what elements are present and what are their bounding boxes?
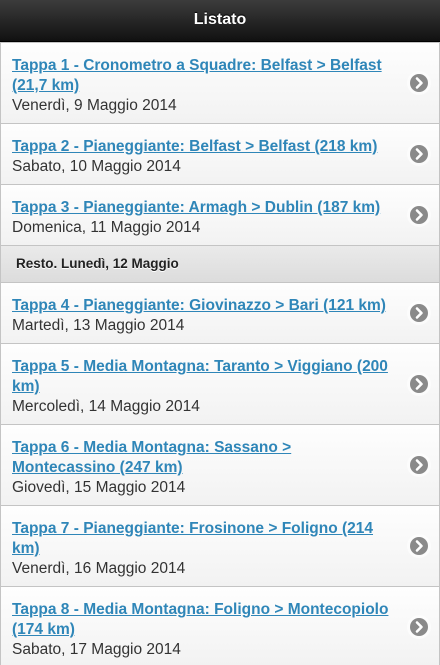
page-header: Listato (0, 0, 440, 42)
list-item-stage-4[interactable]: Tappa 4 - Pianeggiante: Giovinazzo > Bar… (0, 282, 440, 343)
stage-date: Mercoledì, 14 Maggio 2014 (12, 398, 200, 415)
stage-list: Tappa 1 - Cronometro a Squadre: Belfast … (0, 42, 440, 665)
list-item-stage-2[interactable]: Tappa 2 - Pianeggiante: Belfast > Belfas… (0, 123, 440, 184)
stage-link[interactable]: Tappa 2 - Pianeggiante: Belfast > Belfas… (12, 137, 395, 157)
chevron-right-circle-icon[interactable] (410, 618, 428, 636)
stage-date: Sabato, 10 Maggio 2014 (12, 158, 181, 175)
stage-date: Sabato, 17 Maggio 2014 (12, 641, 181, 658)
stage-date: Venerdì, 16 Maggio 2014 (12, 560, 186, 577)
stage-link[interactable]: Tappa 6 - Media Montagna: Sassano > Mont… (12, 438, 395, 478)
chevron-right-circle-icon[interactable] (410, 375, 428, 393)
stage-date: Domenica, 11 Maggio 2014 (12, 219, 201, 236)
list-item-stage-3[interactable]: Tappa 3 - Pianeggiante: Armagh > Dublin … (0, 184, 440, 246)
list-divider-rest-day: Resto. Lunedì, 12 Maggio (0, 246, 440, 282)
stage-date: Venerdì, 9 Maggio 2014 (12, 97, 177, 114)
stage-date: Martedì, 13 Maggio 2014 (12, 317, 185, 334)
list-item-stage-8[interactable]: Tappa 8 - Media Montagna: Foligno > Mont… (0, 586, 440, 665)
chevron-right-circle-icon[interactable] (410, 206, 428, 224)
stage-link[interactable]: Tappa 3 - Pianeggiante: Armagh > Dublin … (12, 198, 395, 218)
stage-link[interactable]: Tappa 7 - Pianeggiante: Frosinone > Foli… (12, 519, 395, 559)
list-item-stage-7[interactable]: Tappa 7 - Pianeggiante: Frosinone > Foli… (0, 505, 440, 586)
chevron-right-circle-icon[interactable] (410, 537, 428, 555)
chevron-right-circle-icon[interactable] (410, 74, 428, 92)
stage-link[interactable]: Tappa 8 - Media Montagna: Foligno > Mont… (12, 600, 395, 640)
stage-link[interactable]: Tappa 5 - Media Montagna: Taranto > Vigg… (12, 357, 395, 397)
chevron-right-circle-icon[interactable] (410, 304, 428, 322)
page-title: Listato (193, 11, 247, 28)
list-item-stage-1[interactable]: Tappa 1 - Cronometro a Squadre: Belfast … (0, 42, 440, 123)
chevron-right-circle-icon[interactable] (410, 456, 428, 474)
stage-link[interactable]: Tappa 4 - Pianeggiante: Giovinazzo > Bar… (12, 296, 395, 316)
stage-date: Giovedì, 15 Maggio 2014 (12, 479, 186, 496)
chevron-right-circle-icon[interactable] (410, 145, 428, 163)
list-item-stage-6[interactable]: Tappa 6 - Media Montagna: Sassano > Mont… (0, 424, 440, 505)
list-item-stage-5[interactable]: Tappa 5 - Media Montagna: Taranto > Vigg… (0, 343, 440, 424)
divider-label: Resto. Lunedì, 12 Maggio (16, 256, 179, 271)
stage-link[interactable]: Tappa 1 - Cronometro a Squadre: Belfast … (12, 56, 395, 96)
